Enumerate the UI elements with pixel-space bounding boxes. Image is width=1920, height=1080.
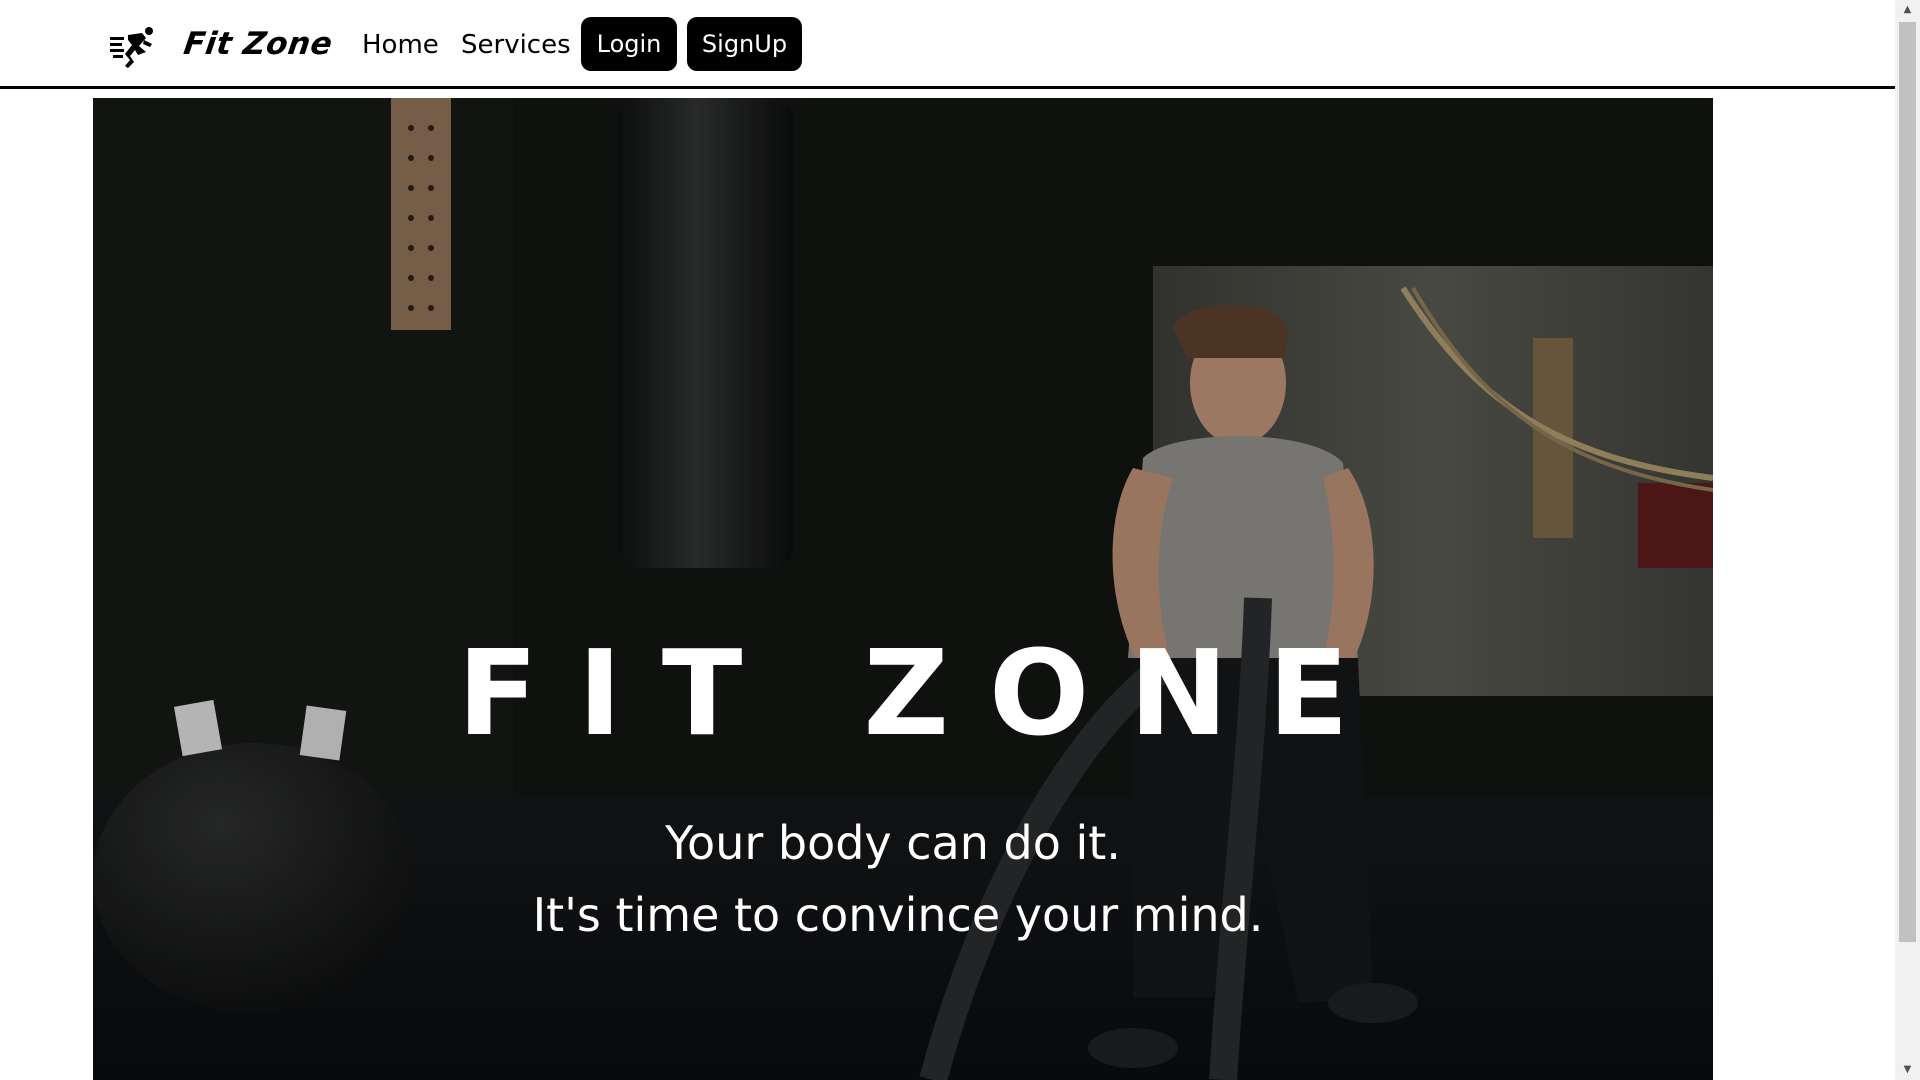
hero-subtitle-line1: Your body can do it. [665, 816, 1121, 870]
vertical-scrollbar[interactable]: ▲ ▼ [1895, 0, 1920, 1080]
nav-link-home[interactable]: Home [362, 27, 439, 63]
scroll-down-arrow-icon[interactable]: ▼ [1895, 1060, 1920, 1080]
scrollbar-thumb[interactable] [1899, 22, 1916, 942]
nav-link-services[interactable]: Services [461, 27, 571, 63]
hero-banner: FIT ZONE Your body can do it. It's time … [93, 98, 1713, 1080]
hero-title: FIT ZONE [457, 624, 1389, 762]
scroll-up-arrow-icon[interactable]: ▲ [1895, 0, 1920, 20]
brand-name[interactable]: Fit Zone [181, 22, 335, 66]
hero-subtitle-line2: It's time to convince your mind. [532, 888, 1264, 942]
running-man-icon[interactable] [108, 26, 158, 70]
login-button[interactable]: Login [581, 17, 677, 71]
navbar: Fit Zone Home Services Login SignUp [0, 0, 1895, 89]
signup-button[interactable]: SignUp [687, 17, 802, 71]
page: Fit Zone Home Services Login SignUp FIT … [0, 0, 1895, 1080]
